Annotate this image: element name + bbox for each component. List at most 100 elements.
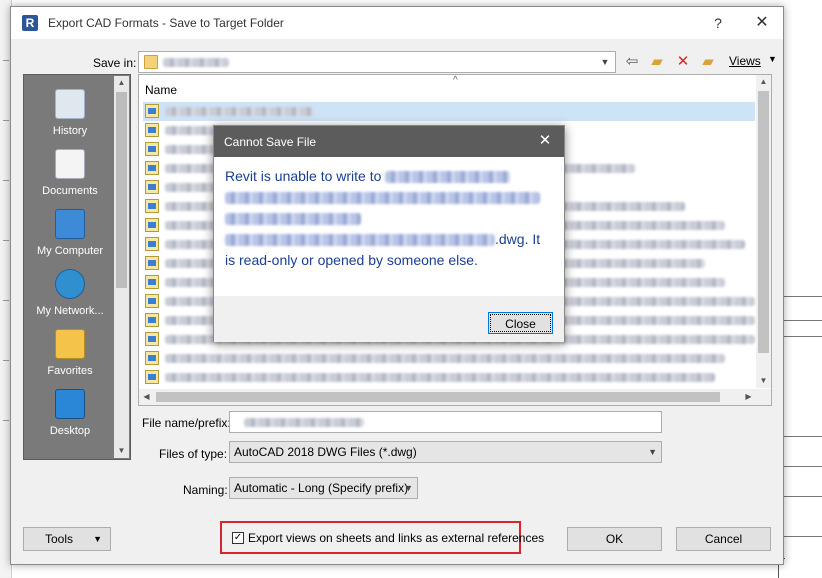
chevron-down-icon: ▼ — [93, 534, 102, 544]
delete-icon[interactable]: ✕ — [673, 52, 693, 72]
message-text: Revit is unable to write to .dwg. It is … — [225, 166, 557, 271]
close-button-label: Close — [490, 314, 551, 332]
place-label: My Computer — [36, 245, 104, 257]
dialog-title: Export CAD Formats - Save to Target Fold… — [48, 16, 284, 30]
chevron-down-icon: ▼ — [600, 57, 610, 67]
files-of-type-value: AutoCAD 2018 DWG Files (*.dwg) — [234, 445, 417, 459]
message-text-prefix: Revit is unable to write to — [225, 168, 382, 184]
chevron-down-icon[interactable]: ▼ — [114, 444, 129, 458]
dwg-file-icon — [145, 180, 159, 194]
cannot-save-file-dialog: Cannot Save File ✕ Revit is unable to wr… — [213, 125, 565, 342]
place-documents[interactable]: Documents — [24, 149, 116, 197]
message-title: Cannot Save File — [224, 135, 317, 149]
redacted-file-name — [165, 354, 725, 363]
list-item[interactable] — [143, 349, 755, 368]
dwg-file-icon — [145, 142, 159, 156]
naming-label: Naming: — [183, 483, 228, 497]
place-favorites[interactable]: Favorites — [24, 329, 116, 377]
chevron-up-icon[interactable]: ▲ — [756, 75, 771, 89]
redacted-file-name — [165, 373, 715, 382]
redacted-path — [385, 171, 511, 184]
dwg-file-icon — [145, 275, 159, 289]
export-option-highlight: ✓ Export views on sheets and links as ex… — [220, 521, 544, 554]
close-icon[interactable]: ✕ — [532, 130, 558, 152]
dwg-file-icon — [145, 237, 159, 251]
place-label: My Network... — [36, 305, 104, 317]
dwg-file-icon — [145, 199, 159, 213]
redacted-path — [225, 213, 361, 226]
cancel-button[interactable]: Cancel — [676, 527, 771, 551]
scrollbar-thumb[interactable] — [116, 92, 127, 288]
dwg-file-icon — [145, 351, 159, 365]
message-titlebar: Cannot Save File ✕ — [214, 126, 564, 157]
dwg-file-icon — [145, 294, 159, 308]
export-xrefs-checkbox[interactable]: ✓ — [232, 532, 244, 544]
message-footer: Close — [214, 296, 564, 342]
dwg-file-icon — [145, 218, 159, 232]
dialog-close-button[interactable]: ✕ — [747, 11, 777, 35]
file-name-label: File name/prefix: — [142, 416, 231, 430]
chevron-down-icon: ▼ — [404, 483, 413, 493]
views-button[interactable]: Views — [729, 54, 761, 68]
save-in-combobox[interactable]: ▼ — [138, 51, 616, 73]
sort-ascending-icon: ^ — [453, 75, 458, 86]
redacted-folder-name — [163, 58, 229, 67]
column-header-name[interactable]: Name — [145, 83, 177, 97]
tools-button[interactable]: Tools ▼ — [23, 527, 111, 551]
dwg-file-icon — [145, 332, 159, 346]
naming-select[interactable]: Automatic - Long (Specify prefix) ▼ — [229, 477, 418, 499]
place-label: Favorites — [47, 365, 93, 377]
chevron-down-icon[interactable]: ▼ — [756, 374, 771, 388]
dwg-file-icon — [145, 313, 159, 327]
views-caret-icon[interactable]: ▼ — [768, 54, 777, 64]
desktop-icon — [55, 389, 85, 419]
scrollbar-thumb[interactable] — [156, 392, 720, 402]
naming-value: Automatic - Long (Specify prefix) — [234, 481, 409, 495]
up-folder-icon[interactable]: ▰ — [647, 52, 667, 72]
export-xrefs-label[interactable]: Export views on sheets and links as exte… — [248, 531, 544, 545]
dialog-titlebar: R Export CAD Formats - Save to Target Fo… — [11, 7, 783, 39]
network-icon — [55, 269, 85, 299]
file-list-vertical-scrollbar[interactable]: ▲ ▼ — [756, 75, 771, 388]
redacted-file-name — [165, 107, 315, 116]
place-history[interactable]: History — [24, 89, 116, 137]
place-my-network[interactable]: My Network... — [24, 269, 116, 317]
chevron-up-icon[interactable]: ▲ — [114, 76, 129, 90]
chevron-down-icon: ▼ — [648, 447, 657, 457]
places-bar: History Documents My Computer My Network… — [23, 74, 131, 460]
dwg-file-icon — [145, 104, 159, 118]
ok-button[interactable]: OK — [567, 527, 662, 551]
scrollbar-thumb[interactable] — [758, 91, 769, 353]
tools-button-label: Tools — [45, 532, 74, 546]
dwg-file-icon — [145, 161, 159, 175]
place-desktop[interactable]: Desktop — [24, 389, 116, 437]
file-list-horizontal-scrollbar[interactable]: ◀ ▶ — [139, 389, 771, 405]
documents-icon — [55, 149, 85, 179]
back-icon[interactable]: ⇦ — [622, 52, 642, 72]
save-in-label: Save in: — [93, 56, 137, 70]
folder-icon — [144, 55, 158, 69]
message-text-ext: .dwg. It — [495, 231, 541, 247]
place-label: Desktop — [49, 425, 91, 437]
close-button[interactable]: Close — [488, 312, 553, 334]
list-item[interactable] — [143, 102, 755, 121]
my-computer-icon — [55, 209, 85, 239]
place-label: Documents — [42, 185, 98, 197]
chevron-right-icon[interactable]: ▶ — [741, 389, 756, 405]
place-label: History — [52, 125, 88, 137]
new-folder-icon[interactable]: ▰ — [698, 52, 718, 72]
dwg-file-icon — [145, 256, 159, 270]
files-of-type-select[interactable]: AutoCAD 2018 DWG Files (*.dwg) ▼ — [229, 441, 662, 463]
help-button[interactable]: ? — [706, 11, 730, 35]
dwg-file-icon — [145, 370, 159, 384]
places-scrollbar[interactable]: ▲ ▼ — [114, 76, 129, 458]
file-name-input[interactable] — [229, 411, 662, 433]
files-of-type-label: Files of type: — [159, 447, 228, 461]
list-item[interactable] — [143, 368, 755, 387]
history-icon — [55, 89, 85, 119]
chevron-left-icon[interactable]: ◀ — [139, 389, 154, 405]
place-my-computer[interactable]: My Computer — [24, 209, 116, 257]
favorites-icon — [55, 329, 85, 359]
revit-app-icon: R — [22, 15, 38, 31]
screen: R Export CAD Formats - Save to Target Fo… — [0, 0, 822, 578]
